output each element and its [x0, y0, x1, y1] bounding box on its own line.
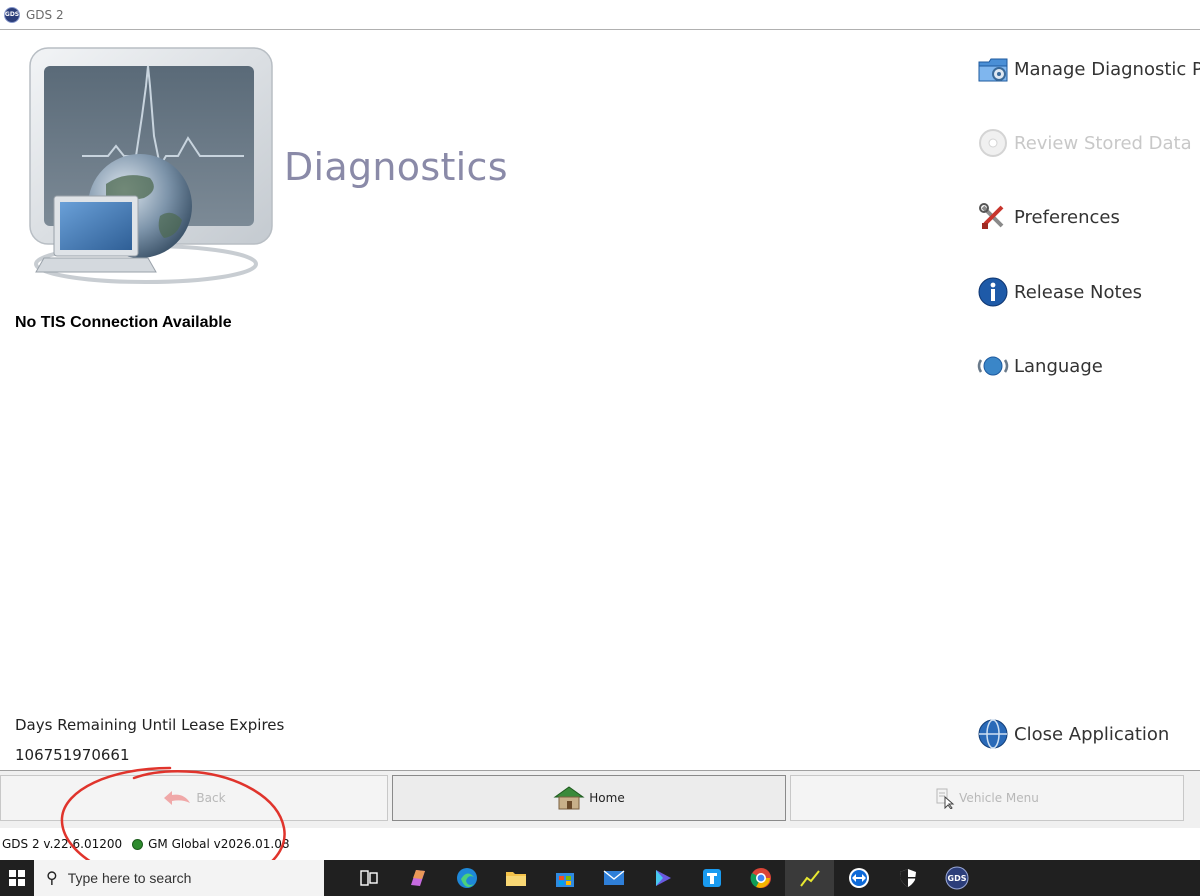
home-icon [553, 785, 585, 811]
manage-diagnostic-packages-button[interactable]: Manage Diagnostic Pac [976, 52, 1200, 86]
home-label: Home [589, 791, 625, 805]
preferences-label: Preferences [1014, 206, 1120, 228]
disc-icon [976, 126, 1010, 160]
globe-arrows-icon [976, 349, 1010, 383]
edge-icon[interactable] [442, 860, 491, 896]
file-explorer-icon[interactable] [491, 860, 540, 896]
preferences-button[interactable]: Preferences [976, 200, 1120, 234]
diagnostics-monitor-globe-image [29, 47, 273, 284]
page-title: Diagnostics [284, 145, 508, 189]
mail-icon[interactable] [589, 860, 638, 896]
task-view-icon[interactable] [344, 860, 393, 896]
back-button[interactable]: Back [0, 775, 388, 821]
vehicle-menu-label: Vehicle Menu [959, 791, 1039, 805]
gds-version: GDS 2 v.22.6.01200 [2, 837, 123, 851]
start-button[interactable] [0, 860, 34, 896]
search-icon: ⚲ [46, 870, 58, 887]
back-arrow-icon [162, 789, 192, 807]
tis-connection-status: No TIS Connection Available [15, 314, 232, 331]
taskbar-search-box[interactable]: ⚲ Type here to search [34, 860, 324, 896]
window-title: GDS 2 [26, 7, 64, 22]
media-app-icon[interactable] [638, 860, 687, 896]
chrome-icon[interactable] [736, 860, 785, 896]
taskbar-icons: GDS [344, 860, 981, 896]
search-placeholder: Type here to search [67, 870, 192, 886]
gds-app-icon: GDS [4, 6, 20, 23]
status-ok-icon [132, 838, 144, 850]
globe-exit-icon [976, 717, 1010, 751]
svg-text:GDS: GDS [947, 874, 966, 883]
copilot-icon[interactable] [393, 860, 442, 896]
vehicle-menu-icon [935, 787, 955, 809]
status-bar: GDS 2 v.22.6.01200 GM Global v2026.01.08 [0, 828, 1200, 860]
home-button[interactable]: Home [392, 775, 786, 821]
shield-icon[interactable] [883, 860, 932, 896]
gds-taskbar-icon[interactable]: GDS [932, 860, 981, 896]
tools-icon [976, 200, 1010, 234]
close-application-button[interactable]: Close Application [976, 717, 1169, 751]
store-icon[interactable] [540, 860, 589, 896]
blue-app-icon[interactable] [687, 860, 736, 896]
language-label: Language [1014, 355, 1103, 377]
right-menu: Manage Diagnostic Pac Review Stored Data [976, 0, 1200, 770]
review-stored-data-button[interactable]: Review Stored Data [976, 126, 1192, 160]
lease-label: Days Remaining Until Lease Expires [15, 716, 285, 734]
back-label: Back [196, 791, 226, 805]
teamviewer-icon[interactable] [834, 860, 883, 896]
release-notes-label: Release Notes [1014, 281, 1143, 303]
windows-logo-icon [9, 870, 25, 886]
scope-app-icon[interactable] [785, 860, 834, 896]
navigation-bar: Back Home Vehicle Menu [0, 770, 1200, 828]
info-icon [976, 275, 1010, 309]
close-application-label: Close Application [1014, 723, 1170, 745]
lease-days-value: 106751970661 [15, 746, 130, 764]
windows-taskbar: ⚲ Type here to search GDS [0, 860, 1200, 896]
gm-global-version: GM Global v2026.01.08 [148, 837, 290, 851]
language-button[interactable]: Language [976, 349, 1103, 383]
folder-gear-icon [976, 52, 1010, 86]
manage-diagnostic-packages-label: Manage Diagnostic Pac [1014, 58, 1200, 80]
release-notes-button[interactable]: Release Notes [976, 275, 1142, 309]
review-stored-data-label: Review Stored Data [1014, 132, 1192, 154]
gds2-window: GDS GDS 2 Diagnostics No TIS Connection … [0, 0, 1200, 860]
vehicle-menu-button[interactable]: Vehicle Menu [790, 775, 1184, 821]
